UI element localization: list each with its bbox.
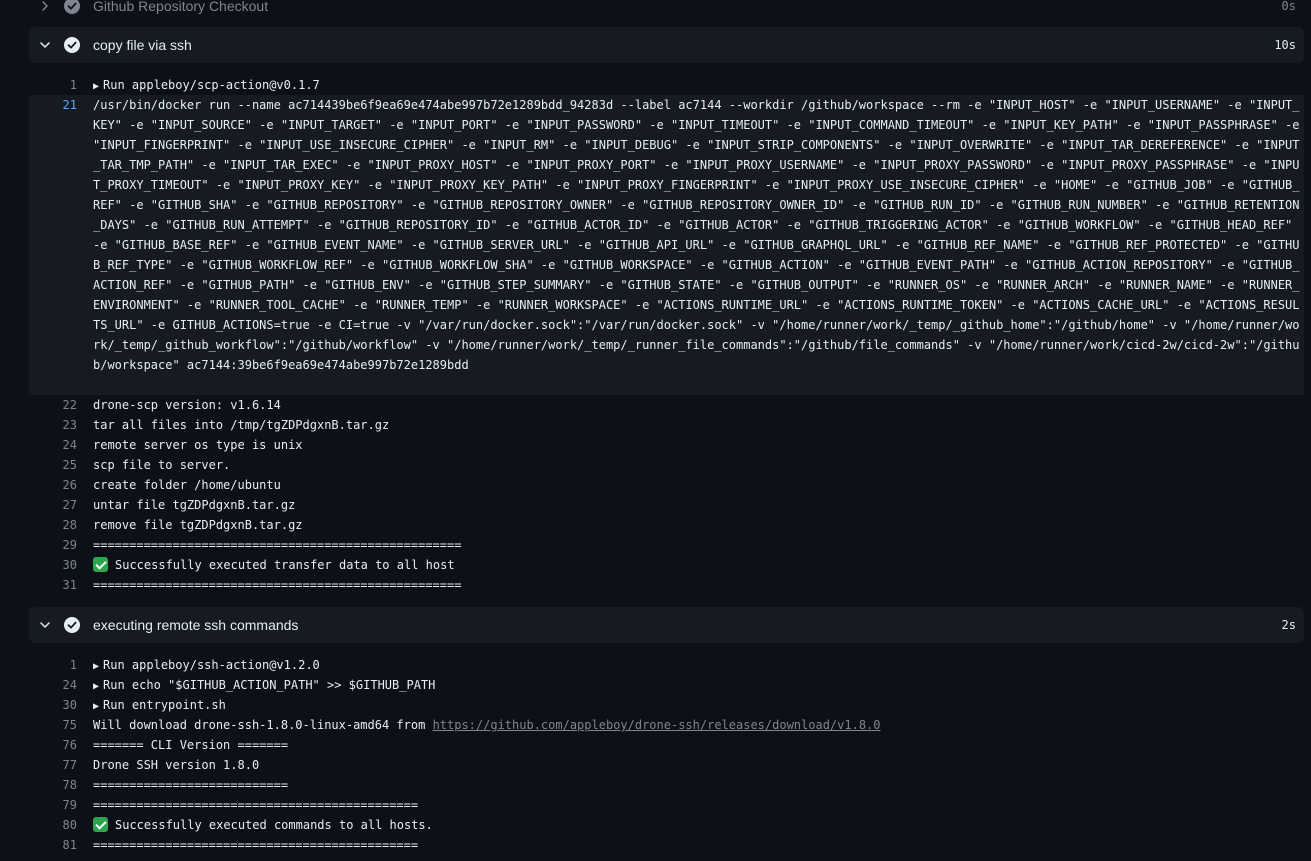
line-number[interactable]: 29: [29, 535, 77, 555]
log-line[interactable]: 78 ===========================: [29, 775, 1304, 795]
log-line[interactable]: 31 =====================================…: [29, 575, 1304, 595]
chevron-down-icon: [40, 622, 50, 628]
log-line[interactable]: 27 untar file tgZDPdgxnB.tar.gz: [29, 495, 1304, 515]
white-check-mark-icon: [93, 557, 108, 572]
line-number[interactable]: 22: [29, 395, 77, 415]
chevron-down-icon: [40, 42, 50, 48]
log-text: Drone SSH version 1.8.0: [93, 758, 260, 772]
white-check-mark-icon: [93, 817, 108, 832]
log-line[interactable]: 26 create folder /home/ubuntu: [29, 475, 1304, 495]
download-link[interactable]: https://github.com/appleboy/drone-ssh/re…: [433, 718, 881, 732]
log-line[interactable]: 29 =====================================…: [29, 535, 1304, 555]
log-line[interactable]: 25 scp file to server.: [29, 455, 1304, 475]
line-number[interactable]: 77: [29, 755, 77, 775]
step-copy-header[interactable]: copy file via ssh 10s: [29, 27, 1304, 63]
log-line[interactable]: 24 remote server os type is unix: [29, 435, 1304, 455]
line-number[interactable]: 25: [29, 455, 77, 475]
log-line-highlighted[interactable]: 21 /usr/bin/docker run --name ac714439be…: [29, 95, 1304, 395]
line-number[interactable]: 78: [29, 775, 77, 795]
workflow-job-log: Github Repository Checkout 0s copy file …: [0, 0, 1311, 861]
triangle-right-icon[interactable]: ▶: [93, 681, 99, 692]
log-text: drone-scp version: v1.6.14: [93, 398, 281, 412]
line-number[interactable]: 27: [29, 495, 77, 515]
log-line[interactable]: 75 Will download drone-ssh-1.8.0-linux-a…: [29, 715, 1304, 735]
line-number[interactable]: 79: [29, 795, 77, 815]
log-text: ========================================…: [93, 578, 462, 592]
log-line[interactable]: 23 tar all files into /tmp/tgZDPdgxnB.ta…: [29, 415, 1304, 435]
log-text: ===========================: [93, 778, 289, 792]
log-text: remote server os type is unix: [93, 438, 303, 452]
log-line[interactable]: 24 ▶ Run echo "$GITHUB_ACTION_PATH" >> $G…: [29, 675, 1304, 695]
triangle-right-icon[interactable]: ▶: [93, 701, 99, 712]
chevron-right-icon: [42, 1, 48, 11]
check-circle-icon: [64, 0, 80, 14]
line-number[interactable]: 31: [29, 575, 77, 595]
log-text: ======= CLI Version =======: [93, 738, 289, 752]
line-number[interactable]: 1: [29, 75, 77, 95]
line-number[interactable]: 75: [29, 715, 77, 735]
log-text: Successfully executed commands to all ho…: [115, 818, 433, 832]
log-text: Run appleboy/scp-action@v0.1.7: [103, 78, 320, 92]
log-text: ========================================…: [93, 838, 419, 852]
line-number[interactable]: 24: [29, 435, 77, 455]
step-title: executing remote ssh commands: [93, 617, 299, 633]
step-title: Github Repository Checkout: [93, 0, 269, 14]
log-line[interactable]: 30 Successfully executed transfer data t…: [29, 555, 1304, 575]
log-text: Run entrypoint.sh: [103, 698, 226, 712]
log-text: Run echo "$GITHUB_ACTION_PATH" >> $GITHU…: [103, 678, 436, 692]
log-text: Successfully executed transfer data to a…: [115, 558, 455, 572]
line-number[interactable]: 26: [29, 475, 77, 495]
log-text: untar file tgZDPdgxnB.tar.gz: [93, 498, 296, 512]
line-number[interactable]: 28: [29, 515, 77, 535]
line-number[interactable]: 81: [29, 835, 77, 855]
step-duration: 10s: [1274, 38, 1296, 52]
line-number[interactable]: 76: [29, 735, 77, 755]
log-line[interactable]: 30 ▶ Run entrypoint.sh: [29, 695, 1304, 715]
log-text: create folder /home/ubuntu: [93, 478, 281, 492]
log-text: tar all files into /tmp/tgZDPdgxnB.tar.g…: [93, 418, 390, 432]
line-number[interactable]: 30: [29, 555, 77, 575]
line-number[interactable]: 21: [29, 95, 77, 115]
step-remote-header[interactable]: executing remote ssh commands 2s: [29, 607, 1304, 643]
triangle-right-icon[interactable]: ▶: [93, 81, 99, 92]
log-text: ========================================…: [93, 798, 419, 812]
log-line[interactable]: 77 Drone SSH version 1.8.0: [29, 755, 1304, 775]
log-text: Will download drone-ssh-1.8.0-linux-amd6…: [93, 718, 433, 732]
log-text: ========================================…: [93, 538, 462, 552]
line-number[interactable]: 1: [29, 655, 77, 675]
triangle-right-icon[interactable]: ▶: [93, 661, 99, 672]
log-line[interactable]: 80 Successfully executed commands to all…: [29, 815, 1304, 835]
step-duration: 0s: [1281, 0, 1296, 13]
step-title: copy file via ssh: [93, 37, 192, 53]
log-line[interactable]: 79 =====================================…: [29, 795, 1304, 815]
log-text: scp file to server.: [93, 458, 231, 472]
line-number[interactable]: 23: [29, 415, 77, 435]
check-circle-icon: [64, 617, 80, 633]
log-line[interactable]: 22 drone-scp version: v1.6.14: [29, 395, 1304, 415]
log-text: remove file tgZDPdgxnB.tar.gz: [93, 518, 303, 532]
step-checkout-header[interactable]: Github Repository Checkout 0s: [29, 0, 1304, 24]
log-line[interactable]: 76 ======= CLI Version =======: [29, 735, 1304, 755]
line-number[interactable]: 24: [29, 675, 77, 695]
step-duration: 2s: [1281, 618, 1296, 632]
log-line[interactable]: 1 ▶ Run appleboy/scp-action@v0.1.7: [29, 75, 1304, 95]
line-number[interactable]: 30: [29, 695, 77, 715]
log-line[interactable]: 28 remove file tgZDPdgxnB.tar.gz: [29, 515, 1304, 535]
log-line[interactable]: 1 ▶ Run appleboy/ssh-action@v1.2.0: [29, 655, 1304, 675]
log-text: Run appleboy/ssh-action@v1.2.0: [103, 658, 320, 672]
line-number[interactable]: 80: [29, 815, 77, 835]
check-circle-icon: [64, 37, 80, 53]
docker-command-text: /usr/bin/docker run --name ac714439be6f9…: [93, 98, 1300, 372]
log-line[interactable]: 81 =====================================…: [29, 835, 1304, 855]
